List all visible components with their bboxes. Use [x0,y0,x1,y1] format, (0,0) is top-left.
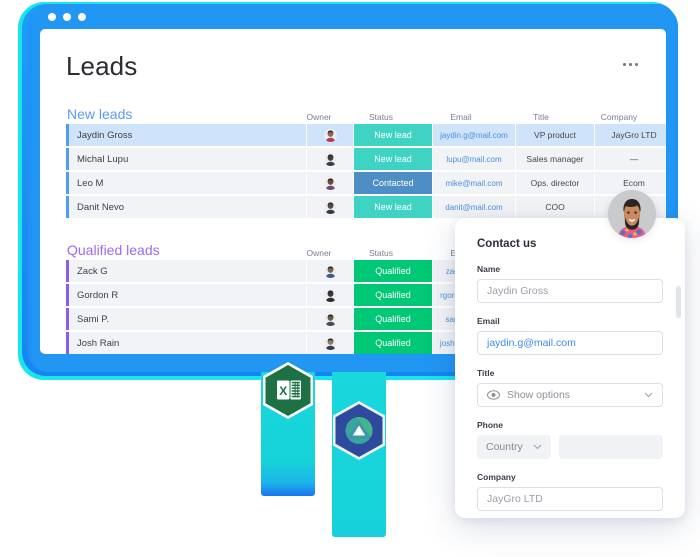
owner-avatar-icon[interactable] [307,332,353,354]
contact-form-panel: Contact us Name Jaydin Gross Email jaydi… [455,218,685,518]
status-badge[interactable]: New lead [354,196,432,218]
avatar-icon [323,264,337,278]
chevron-down-icon [644,392,653,398]
window-maximize-dot[interactable] [78,12,86,21]
company-cell[interactable]: JayGro LTD [595,124,666,146]
name-label: Name [477,264,501,274]
chevron-down-icon [533,444,542,450]
table-row[interactable]: Jaydin Gross New lead jaydin.g@mail.com VP … [66,124,666,146]
table-row[interactable]: Danit NevoNew leaddanit@mail.comCOO— [66,196,666,218]
column-header-company[interactable]: Company [580,112,658,122]
lead-name-cell[interactable]: Danit Nevo [66,196,306,218]
lead-name-cell[interactable]: Gordon R [66,284,306,306]
owner-avatar-icon[interactable] [307,284,353,306]
owner-avatar-icon[interactable] [307,196,353,218]
title-select[interactable]: Show options [477,383,663,407]
owner-avatar-icon[interactable] [307,124,353,146]
lead-name-cell[interactable]: Zack G [66,260,306,282]
email-cell[interactable]: lupu@mail.com [433,148,515,170]
lead-name-cell[interactable]: Josh Rain [66,332,306,354]
group-title: Qualified leads [67,242,160,258]
avatar-icon [323,288,337,302]
kebab-menu-icon[interactable] [621,51,640,78]
phone-country-select[interactable]: Country [477,435,551,459]
company-input[interactable]: JayGro LTD [477,487,663,511]
title-cell[interactable]: COO [516,196,594,218]
page-title: Leads [66,51,138,81]
phone-field-group: Phone Country [477,420,663,459]
email-cell[interactable]: jaydin.g@mail.com [433,124,515,146]
column-header-status[interactable]: Status [342,248,420,258]
screenshot-stage: Leads New leads Owner Status Email Title Comp… [0,0,700,557]
avatar-icon [323,200,337,214]
status-badge[interactable]: Qualified [354,332,432,354]
column-header-owner[interactable]: Owner [296,248,342,258]
status-badge[interactable]: Qualified [354,284,432,306]
email-cell[interactable]: danit@mail.com [433,196,515,218]
name-field-group: Name Jaydin Gross [477,264,663,303]
avatar-icon [323,336,337,350]
phone-number-input[interactable] [559,435,663,459]
name-input[interactable]: Jaydin Gross [477,279,663,303]
title-cell[interactable]: Sales manager [516,148,594,170]
company-cell[interactable]: — [595,148,666,170]
lead-name-cell[interactable]: Michal Lupu [66,148,306,170]
owner-avatar-icon[interactable] [307,148,353,170]
column-header-title[interactable]: Title [502,112,580,122]
drive-hexagon-icon[interactable] [331,400,387,464]
owner-avatar-icon[interactable] [307,260,353,282]
avatar-icon [323,312,337,326]
phone-label: Phone [477,420,503,430]
status-badge[interactable]: Contacted [354,172,432,194]
phone-country-value: Country [486,441,523,453]
svg-text:X: X [279,384,287,398]
window-close-dot[interactable] [48,12,56,21]
avatar-icon [323,152,337,166]
lead-name-cell[interactable]: Sami P. [66,308,306,330]
column-header-email[interactable]: Email [420,112,502,122]
title-cell[interactable]: VP product [516,124,594,146]
title-select-value: Show options [507,389,571,401]
email-input[interactable]: jaydin.g@mail.com [477,331,663,355]
eye-icon [487,390,500,400]
browser-titlebar [32,4,674,29]
status-badge[interactable]: Qualified [354,260,432,282]
status-badge[interactable]: New lead [354,124,432,146]
email-field-group: Email jaydin.g@mail.com [477,316,663,355]
title-cell[interactable]: Ops. director [516,172,594,194]
table-row[interactable]: Leo M Contacted mike@mail.com Ops. director… [66,172,666,194]
avatar-icon [323,176,337,190]
title-label: Title [477,368,495,378]
add-column-cell [658,111,666,122]
owner-avatar-icon[interactable] [307,172,353,194]
avatar [608,190,656,238]
status-badge[interactable]: Qualified [354,308,432,330]
title-field-group: Title Show options [477,368,663,407]
company-field-group: Company JayGro LTD [477,472,663,511]
lead-name-cell[interactable]: Jaydin Gross [66,124,306,146]
page-header: Leads [40,29,666,82]
group-header: New leads Owner Status Email Title Company [66,98,640,122]
status-badge[interactable]: New lead [354,148,432,170]
group-title: New leads [67,106,133,122]
lead-name-cell[interactable]: Leo M [66,172,306,194]
contact-panel-scrollbar[interactable] [676,286,681,318]
table-row[interactable]: Michal Lupu New lead lupu@mail.com Sales ma… [66,148,666,170]
email-cell[interactable]: mike@mail.com [433,172,515,194]
column-header-owner[interactable]: Owner [296,112,342,122]
window-minimize-dot[interactable] [63,12,71,21]
contact-form-title: Contact us [477,238,537,250]
email-label: Email [477,316,500,326]
column-header-status[interactable]: Status [342,112,420,122]
company-label: Company [477,472,516,482]
avatar-icon [323,128,337,142]
excel-hexagon-icon[interactable]: X [261,361,315,423]
owner-avatar-icon[interactable] [307,308,353,330]
